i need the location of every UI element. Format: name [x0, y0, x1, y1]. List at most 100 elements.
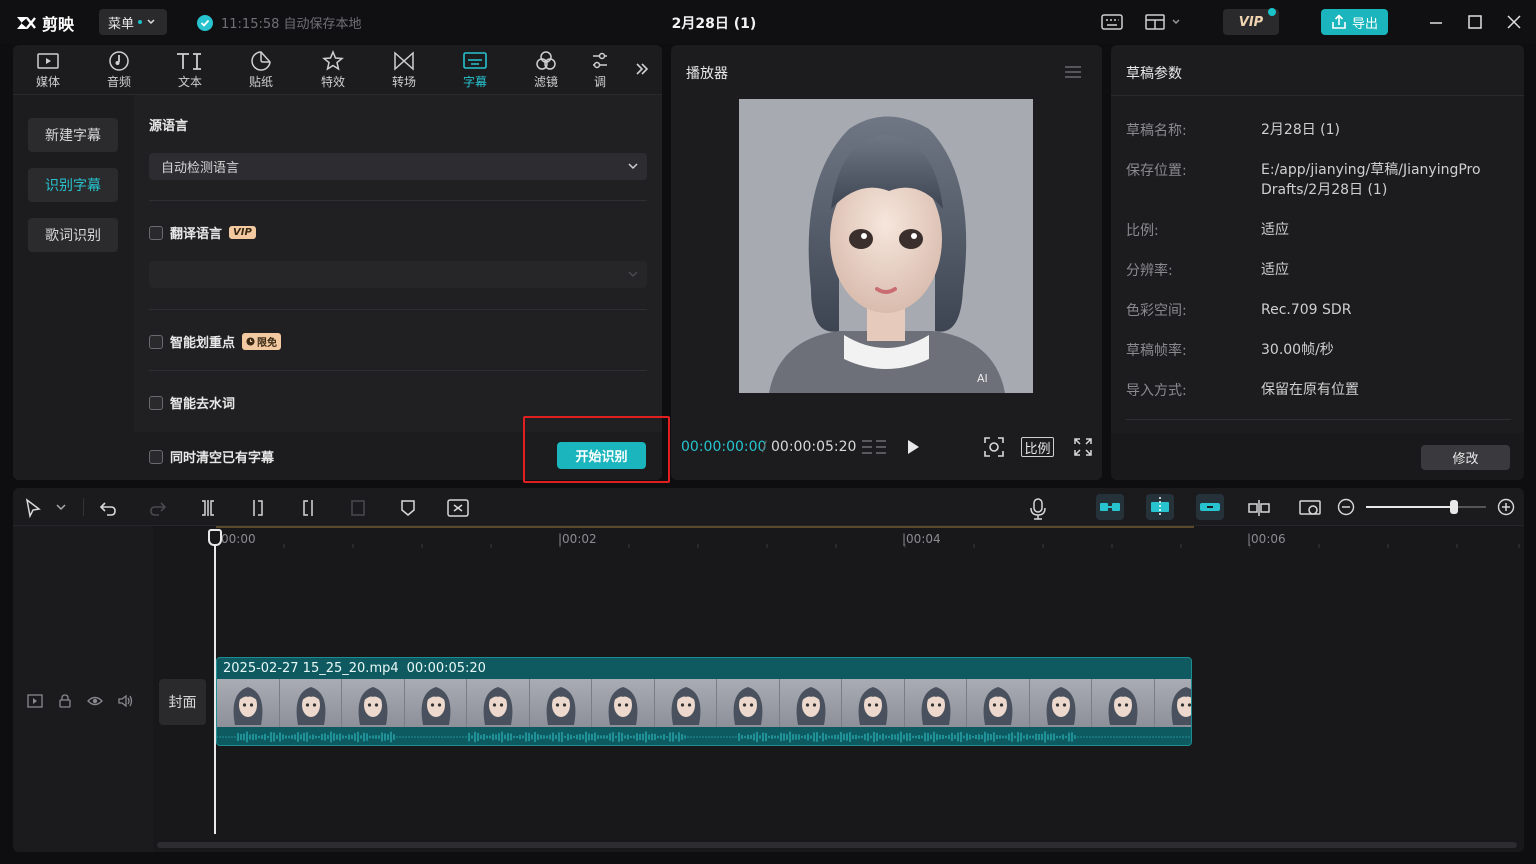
timecode-separator: /: [762, 439, 767, 455]
source-language-select[interactable]: 自动检测语言: [149, 153, 647, 180]
tab-label: 调: [593, 75, 606, 89]
tab-sticker[interactable]: 贴纸: [231, 49, 291, 93]
remove-filler-checkbox[interactable]: [149, 395, 163, 410]
source-language-value: 自动检测语言: [161, 161, 240, 176]
adjust-icon: [593, 52, 607, 69]
microphone-icon[interactable]: [1029, 498, 1047, 520]
clear-existing-option[interactable]: 同时清空已有字幕: [149, 447, 274, 466]
maximize-icon[interactable]: [1464, 12, 1486, 32]
title-bar: 剪映 菜单 11:15:58 自动保存本地 2月28日 (1) VIP 导出: [0, 0, 1536, 44]
delete-right-icon[interactable]: [298, 498, 318, 518]
remove-filler-label: 智能去水词: [170, 397, 236, 412]
clear-existing-checkbox[interactable]: [149, 449, 163, 464]
smart-cut-icon[interactable]: [446, 498, 470, 518]
zoom-slider-handle[interactable]: [1450, 500, 1458, 514]
split-icon[interactable]: [198, 498, 218, 518]
zoom-in-icon[interactable]: [1497, 498, 1515, 516]
tab-effects[interactable]: 特效: [303, 49, 363, 93]
time-ruler[interactable]: 00:00 |00:02 |00:04 |00:06: [153, 526, 1524, 550]
fullscreen-icon[interactable]: [1073, 437, 1093, 457]
remove-filler-option[interactable]: 智能去水词: [149, 393, 235, 412]
tab-audio[interactable]: 音频: [89, 49, 149, 93]
clip-thumbnails: [217, 679, 1191, 727]
translate-option[interactable]: 翻译语言 VIP: [149, 223, 256, 242]
main-track-magnet-toggle[interactable]: [1096, 494, 1124, 520]
audio-icon: [109, 51, 129, 71]
tab-label: 字幕: [462, 75, 487, 89]
fit-view-icon[interactable]: [983, 436, 1005, 458]
export-button[interactable]: 导出: [1321, 9, 1388, 35]
free-tag: 限免: [242, 333, 282, 350]
tool-tabs: 媒体 音频 文本 贴纸 特效 转场 字幕 滤镜 调: [13, 45, 662, 95]
param-key: 保存位置:: [1126, 163, 1187, 179]
cover-button[interactable]: 封面: [159, 679, 206, 725]
clear-existing-label: 同时清空已有字幕: [170, 451, 275, 466]
ratio-button[interactable]: 比例: [1021, 437, 1054, 457]
param-value: 适应: [1261, 262, 1289, 278]
close-icon[interactable]: [1503, 12, 1525, 32]
timeline-scrollbar[interactable]: [157, 842, 1517, 848]
divider: [149, 200, 647, 201]
translate-checkbox[interactable]: [149, 225, 163, 240]
select-cursor-icon[interactable]: [25, 498, 41, 518]
playhead-line[interactable]: [214, 530, 216, 834]
undo-icon[interactable]: [98, 498, 118, 518]
target-language-select: [149, 261, 647, 288]
vip-badge[interactable]: VIP: [1223, 8, 1279, 35]
tab-adjust[interactable]: 调: [585, 49, 615, 93]
ruler-label: 00:00: [221, 532, 256, 546]
auto-snap-toggle[interactable]: [1146, 494, 1174, 520]
zoom-slider[interactable]: [1366, 500, 1486, 514]
timeline-list-icon[interactable]: [860, 437, 888, 457]
tab-text[interactable]: 文本: [160, 49, 220, 93]
minimize-icon[interactable]: [1425, 12, 1447, 32]
keyboard-shortcut-icon[interactable]: [1101, 12, 1123, 32]
param-value: 2月28日 (1): [1261, 122, 1341, 138]
zoom-out-icon[interactable]: [1337, 498, 1355, 516]
tab-label: 特效: [320, 75, 345, 89]
smart-highlight-checkbox[interactable]: [149, 334, 163, 349]
ruler-ticks: [214, 526, 1520, 548]
marker-icon[interactable]: [398, 498, 418, 518]
layout-icon[interactable]: [1145, 12, 1185, 32]
recognize-caption-button[interactable]: 识别字幕: [28, 168, 118, 202]
clip-thumbnail: [529, 679, 592, 727]
playhead-handle[interactable]: [208, 529, 222, 546]
play-icon[interactable]: [905, 438, 921, 456]
delete-left-icon[interactable]: [248, 498, 268, 518]
volume-icon[interactable]: [118, 694, 134, 708]
param-key: 比例:: [1126, 223, 1159, 239]
clip-header: 2025-02-27 15_25_20.mp4 00:00:05:20: [217, 658, 1191, 679]
menu-icon[interactable]: [1064, 65, 1082, 79]
clock-icon: [246, 337, 255, 346]
delete-icon[interactable]: [348, 498, 368, 518]
tab-subtitle[interactable]: 字幕: [445, 49, 505, 93]
tab-media[interactable]: 媒体: [18, 49, 78, 93]
waveform-graphic: [217, 731, 1190, 743]
redo-icon[interactable]: [148, 498, 168, 518]
track-cover-icon[interactable]: [27, 694, 43, 708]
smart-highlight-label: 智能划重点: [170, 336, 236, 351]
linkage-toggle[interactable]: [1196, 494, 1224, 520]
chevron-down-icon[interactable]: [56, 503, 66, 511]
more-tabs-icon[interactable]: [635, 61, 649, 77]
clip-thumbnail: [404, 679, 467, 727]
clip-name: 2025-02-27 15_25_20.mp4: [223, 661, 399, 676]
screen-fit-icon[interactable]: [1298, 498, 1322, 518]
draft-params-panel: 草稿参数 草稿名称: 2月28日 (1) 保存位置: E:/app/jianyi…: [1111, 45, 1524, 480]
lock-icon[interactable]: [58, 694, 72, 708]
tab-transition[interactable]: 转场: [374, 49, 434, 93]
eye-icon[interactable]: [87, 694, 103, 708]
new-caption-button[interactable]: 新建字幕: [28, 118, 118, 152]
video-clip[interactable]: 2025-02-27 15_25_20.mp4 00:00:05:20: [216, 657, 1192, 746]
preview-axis-icon[interactable]: [1247, 498, 1271, 518]
lyrics-recognize-button[interactable]: 歌词识别: [28, 218, 118, 252]
modify-button[interactable]: 修改: [1421, 445, 1510, 470]
divider: [149, 370, 647, 371]
clip-thumbnail: [217, 679, 280, 727]
smart-highlight-option[interactable]: 智能划重点 限免: [149, 332, 282, 351]
tab-filter[interactable]: 滤镜: [516, 49, 576, 93]
divider: [1126, 419, 1511, 420]
vip-tag: VIP: [229, 226, 256, 239]
param-key: 草稿帧率:: [1126, 343, 1187, 359]
